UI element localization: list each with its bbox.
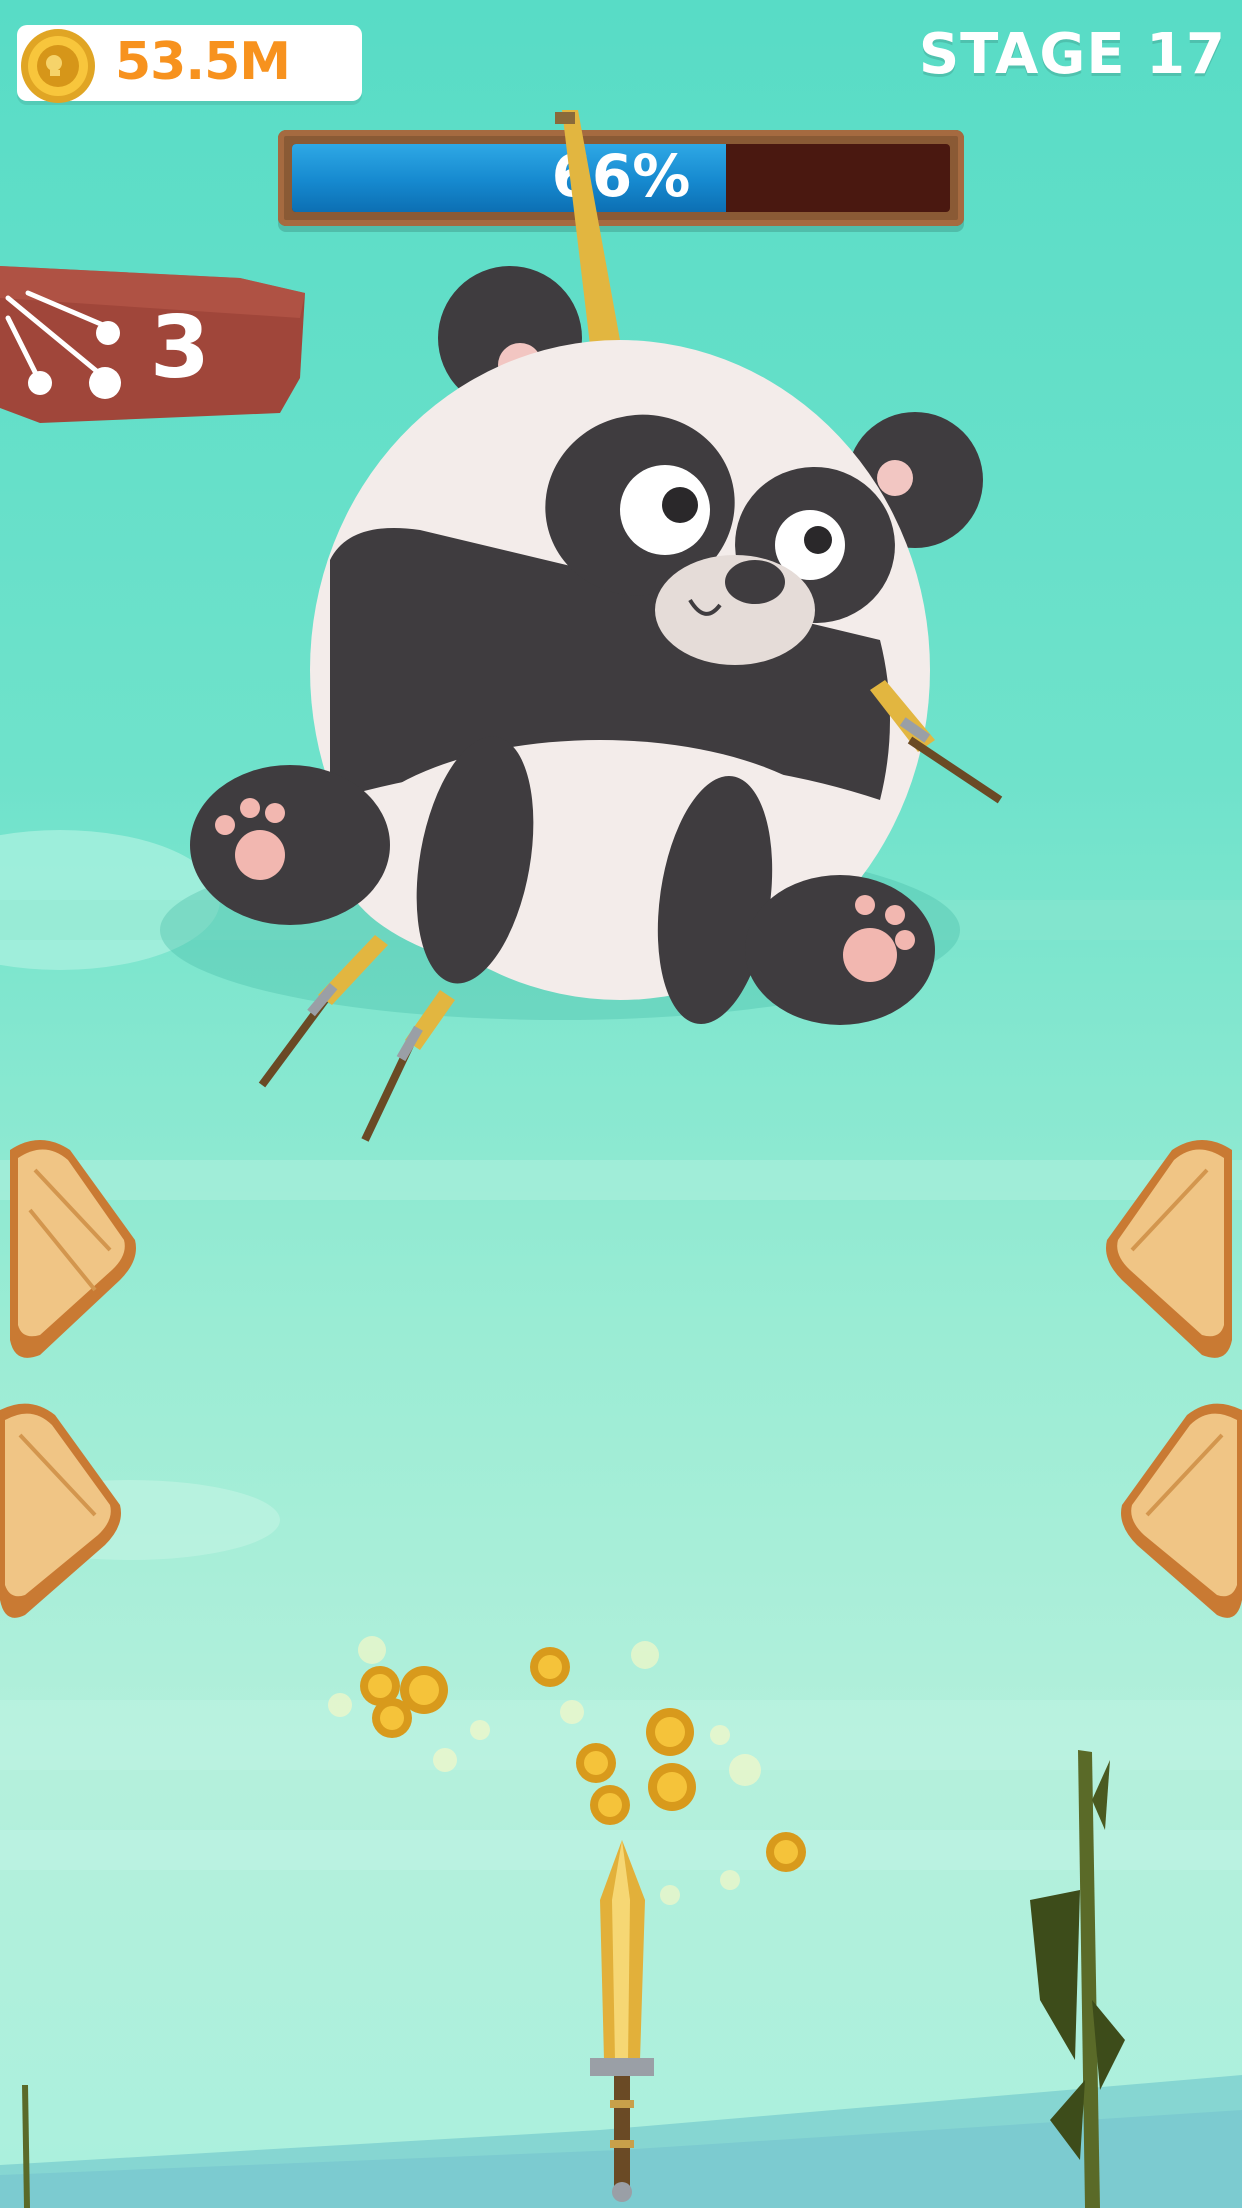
- bamboo-plant: [22, 1750, 1125, 2208]
- game-screen[interactable]: 53.5M STAGE 17 66% 3: [0, 0, 1242, 2208]
